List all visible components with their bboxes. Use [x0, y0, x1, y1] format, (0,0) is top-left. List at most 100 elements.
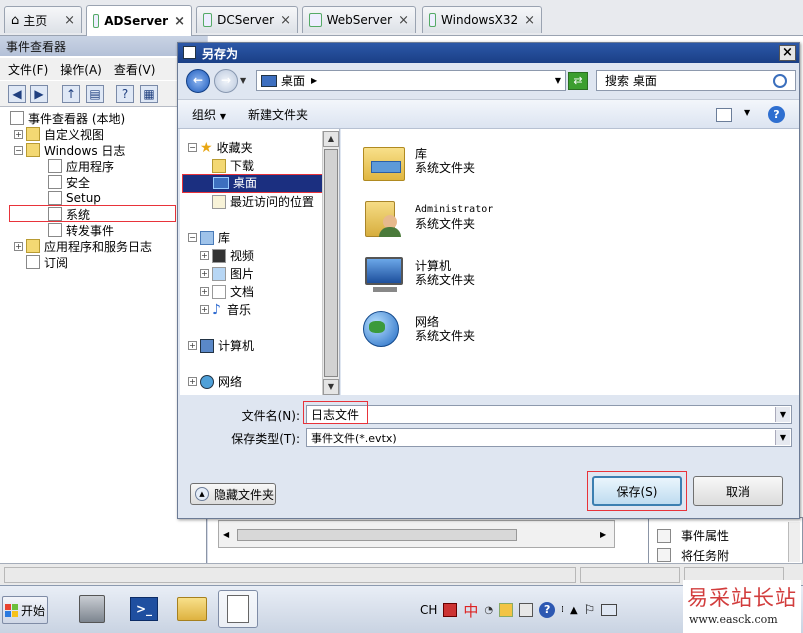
expand-icon[interactable]: +	[200, 287, 209, 296]
tree-item-custom-views[interactable]: + 自定义视图	[14, 126, 104, 142]
tab-webserver[interactable]: WebServer ×	[302, 6, 416, 33]
help-icon[interactable]: ?	[116, 85, 134, 103]
nav-recent[interactable]: 最近访问的位置	[212, 193, 314, 210]
help-icon[interactable]: ?	[539, 602, 556, 618]
close-icon[interactable]: ×	[58, 13, 75, 28]
scroll-down-icon[interactable]: ▼	[323, 379, 339, 395]
input-method-icon[interactable]	[443, 603, 458, 617]
file-item-network[interactable]: 网络 系统文件夹	[359, 307, 475, 351]
nav-favorites[interactable]: − ★ 收藏夹	[188, 139, 253, 156]
scroll-thumb[interactable]	[324, 149, 338, 377]
nav-downloads[interactable]: 下载	[212, 157, 254, 174]
address-bar[interactable]: 桌面 ▶ ▼	[256, 70, 566, 91]
keyboard-icon[interactable]	[519, 603, 534, 617]
start-button[interactable]: 开始	[2, 596, 48, 624]
nav-libraries[interactable]: − 库	[188, 229, 230, 246]
hide-folders-button[interactable]: ▲ 隐藏文件夹	[190, 483, 276, 505]
view-dropdown-icon[interactable]: ▼	[744, 108, 750, 117]
menu-action[interactable]: 操作(A)	[60, 61, 102, 77]
close-button[interactable]: ×	[779, 45, 796, 61]
tree-item-setup[interactable]: Setup	[48, 190, 101, 206]
filetype-select[interactable]: 事件文件(*.evtx) ▼	[306, 428, 792, 447]
tree-item-subscriptions[interactable]: 订阅	[26, 254, 68, 270]
language-indicator[interactable]: CH	[420, 603, 437, 617]
tree-item-windows-logs[interactable]: − Windows 日志	[14, 142, 125, 158]
action-event-properties[interactable]: 事件属性	[657, 527, 729, 544]
explorer-icon[interactable]	[172, 590, 212, 628]
close-icon[interactable]: ×	[392, 13, 409, 28]
close-icon[interactable]: ×	[518, 13, 535, 28]
close-icon[interactable]: ×	[274, 13, 291, 28]
nav-network[interactable]: + 网络	[188, 373, 242, 390]
menu-view[interactable]: 查看(V)	[114, 61, 156, 77]
event-viewer-task-icon[interactable]	[218, 590, 258, 628]
show-hide-tree-icon[interactable]: ▤	[86, 85, 104, 103]
back-button[interactable]: ←	[186, 69, 210, 93]
cancel-button[interactable]: 取消	[693, 476, 783, 506]
tab-windowsx32[interactable]: WindowsX32 ×	[422, 6, 542, 33]
tree-item-forwarded-events[interactable]: 转发事件	[48, 222, 114, 238]
chevron-down-icon[interactable]: ▼	[775, 407, 790, 422]
new-folder-button[interactable]: 新建文件夹	[248, 106, 308, 123]
file-item-administrator[interactable]: Administrator 系统文件夹	[359, 195, 493, 239]
recent-pages-dropdown-icon[interactable]: ▼	[240, 76, 246, 85]
horizontal-scrollbar[interactable]: ◀ ▶	[218, 520, 615, 548]
file-item-library[interactable]: 库系统文件夹	[359, 139, 475, 183]
nav-music[interactable]: + ♪ 音乐	[200, 301, 251, 318]
half-width-icon[interactable]: ◔	[484, 605, 493, 616]
expand-icon[interactable]: +	[14, 241, 23, 251]
nav-videos[interactable]: + 视频	[200, 247, 254, 264]
search-icon[interactable]	[773, 73, 787, 88]
show-hidden-icons[interactable]: ▲	[570, 605, 578, 616]
scroll-right-icon[interactable]: ▶	[600, 530, 610, 540]
expand-icon[interactable]: +	[200, 269, 209, 278]
forward-arrow-icon[interactable]: ▶	[30, 85, 48, 103]
expand-icon[interactable]: +	[188, 341, 197, 350]
scroll-up-icon[interactable]: ▲	[323, 131, 339, 147]
collapse-icon[interactable]: −	[188, 143, 197, 152]
organize-button[interactable]: 组织 ▼	[192, 106, 226, 123]
ime-mode-indicator[interactable]: 中	[463, 600, 478, 621]
chevron-down-icon[interactable]: ▼	[775, 430, 790, 445]
refresh-icon[interactable]: ⇄	[568, 72, 588, 90]
view-options-icon[interactable]	[716, 108, 732, 122]
nav-scrollbar[interactable]: ▲ ▼	[322, 131, 339, 395]
expand-icon[interactable]: +	[200, 305, 209, 314]
nav-desktop-selected[interactable]: 桌面	[213, 174, 257, 191]
address-dropdown-icon[interactable]: ▼	[555, 76, 561, 85]
expand-icon[interactable]: +	[200, 251, 209, 260]
help-icon[interactable]: ?	[768, 106, 785, 123]
menu-file[interactable]: 文件(F)	[8, 61, 48, 77]
tab-home[interactable]: ⌂ 主页 ×	[4, 6, 82, 33]
search-input[interactable]: 搜索 桌面	[596, 70, 796, 91]
server-manager-icon[interactable]	[72, 590, 112, 628]
filename-input[interactable]: 日志文件 ▼	[306, 405, 792, 424]
tree-item-root[interactable]: 事件查看器 (本地)	[10, 110, 125, 126]
tree-item-app-service-logs[interactable]: + 应用程序和服务日志	[14, 238, 152, 254]
expand-icon[interactable]: +	[188, 377, 197, 386]
nav-pictures[interactable]: + 图片	[200, 265, 254, 282]
expand-icon[interactable]: +	[14, 129, 23, 139]
chevron-right-icon[interactable]: ▶	[311, 76, 317, 85]
nav-computer[interactable]: + 计算机	[188, 337, 254, 354]
collapse-icon[interactable]: −	[14, 145, 23, 155]
scroll-left-icon[interactable]: ◀	[223, 530, 233, 540]
action-center-flag-icon[interactable]: ⚐	[584, 603, 596, 618]
nav-documents[interactable]: + 文档	[200, 283, 254, 300]
collapse-icon[interactable]: −	[188, 233, 197, 242]
settings-icon[interactable]	[499, 603, 514, 617]
action-pane-icon[interactable]: ▦	[140, 85, 158, 103]
up-folder-icon[interactable]: ↑	[62, 85, 80, 103]
close-icon[interactable]: ×	[168, 14, 185, 29]
scroll-thumb[interactable]	[237, 529, 517, 541]
network-status-icon[interactable]	[601, 604, 618, 616]
forward-button[interactable]: →	[214, 69, 238, 93]
back-arrow-icon[interactable]: ◀	[8, 85, 26, 103]
tab-dcserver[interactable]: DCServer ×	[196, 6, 298, 33]
tree-item-application[interactable]: 应用程序	[48, 158, 114, 174]
tree-item-security[interactable]: 安全	[48, 174, 90, 190]
actions-scrollbar[interactable]	[788, 522, 800, 562]
action-attach-task[interactable]: 将任务附	[657, 548, 729, 562]
file-item-computer[interactable]: 计算机 系统文件夹	[359, 251, 475, 295]
ime-options-icon[interactable]: ⁞	[561, 605, 564, 615]
